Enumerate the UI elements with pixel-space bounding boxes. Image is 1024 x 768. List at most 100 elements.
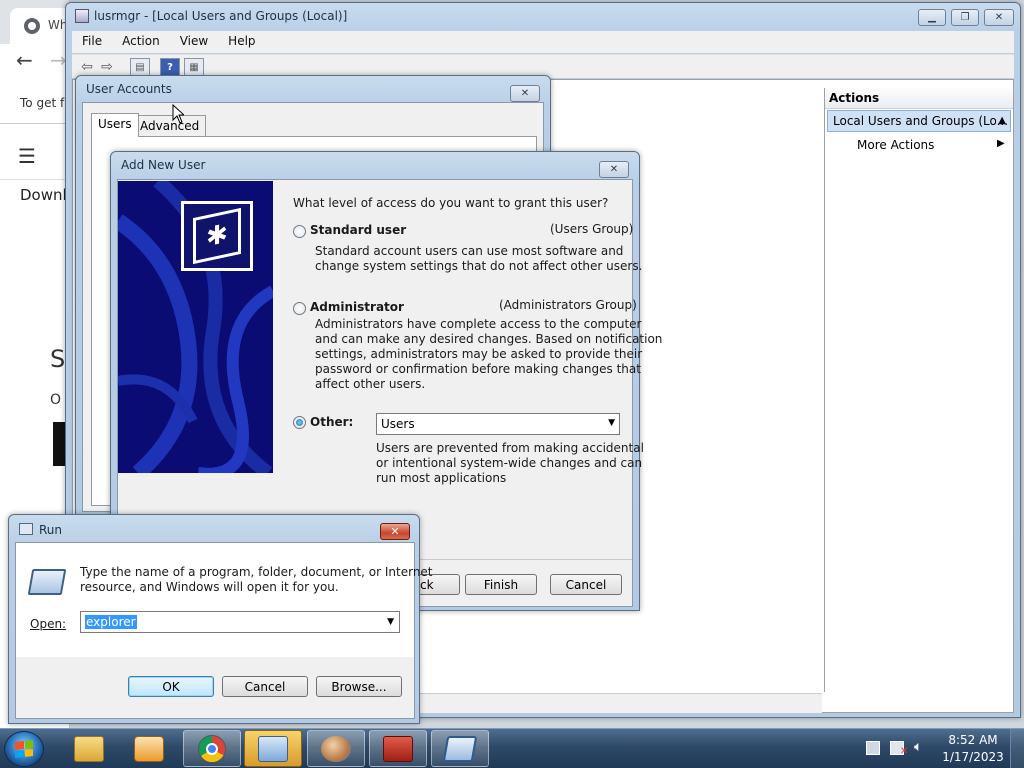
administrator-desc-line: Administrators have complete access to t… bbox=[315, 317, 642, 331]
administrator-desc-line: affect other users. bbox=[315, 377, 426, 391]
actions-header: Actions bbox=[825, 88, 1013, 109]
run-description-area: Type the name of a program, folder, docu… bbox=[16, 543, 433, 657]
taskbar-run[interactable] bbox=[431, 730, 489, 767]
open-label: Open: bbox=[30, 617, 67, 631]
show-desktop-button[interactable] bbox=[1010, 729, 1024, 768]
more-actions-link[interactable]: More Actions bbox=[857, 138, 934, 152]
download-heading: Downl bbox=[20, 186, 67, 204]
taskbar-lusrmgr[interactable] bbox=[307, 730, 365, 767]
open-input[interactable]: explorer ▼ bbox=[80, 611, 400, 633]
actions-pane: Actions Local Users and Groups (Lo... ▲ … bbox=[824, 88, 1013, 692]
network-icon[interactable] bbox=[866, 741, 880, 755]
run-icon bbox=[442, 735, 478, 762]
standard-user-desc-line: Standard account users can use most soft… bbox=[315, 244, 624, 258]
browse-button[interactable]: Browse... bbox=[316, 676, 402, 697]
windows-logo-icon bbox=[15, 740, 33, 758]
divider bbox=[0, 123, 69, 124]
start-button[interactable] bbox=[4, 731, 44, 767]
close-button[interactable]: ✕ bbox=[599, 161, 629, 178]
administrator-desc-line: password or confirmation before making c… bbox=[315, 362, 641, 376]
alert-x-icon: ✕ bbox=[900, 746, 909, 757]
wizard-side-image: ✱ bbox=[118, 181, 273, 473]
dialog-title: Run bbox=[39, 523, 63, 537]
menu-view[interactable]: View bbox=[170, 31, 218, 53]
clock-date[interactable]: 1/17/2023 bbox=[940, 750, 1006, 764]
other-radio[interactable] bbox=[293, 416, 306, 429]
menu-file[interactable]: File bbox=[72, 31, 112, 53]
dropdown-arrow-icon[interactable]: ▼ bbox=[608, 418, 615, 428]
forward-icon[interactable]: ⇨ bbox=[98, 58, 116, 76]
group-select[interactable]: Users ▼ bbox=[376, 413, 620, 435]
tab-users[interactable]: Users bbox=[91, 113, 139, 137]
run-desc-line: resource, and Windows will open it for y… bbox=[80, 580, 339, 594]
tab-advanced[interactable]: Advanced bbox=[133, 115, 207, 137]
menu-help[interactable]: Help bbox=[218, 31, 265, 53]
run-app-icon bbox=[19, 523, 33, 535]
standard-user-group: (Users Group) bbox=[550, 222, 634, 236]
page-heading: S bbox=[50, 345, 66, 373]
standard-user-radio[interactable] bbox=[293, 225, 306, 238]
close-button[interactable]: ✕ bbox=[984, 9, 1014, 26]
other-desc-line: Users are prevented from making accident… bbox=[376, 441, 644, 455]
clock-time[interactable]: 8:52 AM bbox=[948, 733, 998, 747]
run-dialog: Run ✕ Type the name of a program, folder… bbox=[8, 514, 433, 724]
show-tree-icon[interactable]: ▤ bbox=[130, 58, 150, 76]
chrome-icon bbox=[24, 18, 40, 34]
folder-icon bbox=[74, 735, 104, 762]
administrator-radio[interactable] bbox=[293, 302, 306, 315]
other-desc-line: run most applications bbox=[376, 471, 507, 485]
chrome-icon bbox=[198, 734, 226, 763]
hamburger-menu-icon[interactable]: ☰ bbox=[18, 144, 36, 168]
actions-item-label: Local Users and Groups (Lo... bbox=[833, 114, 1009, 128]
dialog-title: User Accounts bbox=[86, 82, 172, 96]
cancel-button[interactable]: Cancel bbox=[550, 574, 622, 595]
volume-icon[interactable]: 🔈︎ bbox=[914, 739, 922, 755]
finish-button[interactable]: Finish bbox=[465, 574, 537, 595]
mouse-cursor-icon bbox=[172, 104, 184, 124]
page-text: O bbox=[50, 392, 62, 408]
minimize-button[interactable]: ▁ bbox=[918, 9, 946, 26]
taskbar-media-player[interactable] bbox=[120, 730, 178, 767]
run-program-icon bbox=[27, 569, 67, 595]
toolbox-icon bbox=[383, 735, 413, 762]
open-input-value: explorer bbox=[85, 615, 137, 629]
collapse-arrow-icon[interactable]: ▲ bbox=[998, 115, 1006, 126]
taskbar-chrome[interactable] bbox=[183, 730, 241, 767]
other-label[interactable]: Other: bbox=[310, 415, 353, 429]
dialog-body: Type the name of a program, folder, docu… bbox=[15, 542, 433, 719]
menu-bar: File Action View Help bbox=[72, 31, 1014, 53]
group-select-value: Users bbox=[381, 417, 415, 431]
back-icon[interactable]: ⇦ bbox=[78, 58, 96, 76]
administrator-desc-line: settings, administrators may be asked to… bbox=[315, 347, 643, 361]
action-pane-icon[interactable]: ▦ bbox=[184, 58, 204, 76]
taskbar-toolbox[interactable] bbox=[369, 730, 427, 767]
window-title: lusrmgr - [Local Users and Groups (Local… bbox=[94, 9, 348, 23]
chrome-hint-text: To get f bbox=[20, 96, 65, 110]
help-icon[interactable]: ? bbox=[160, 58, 180, 76]
media-player-icon bbox=[134, 735, 164, 762]
taskbar-explorer[interactable] bbox=[60, 730, 118, 767]
maximize-button[interactable]: ❐ bbox=[951, 9, 979, 26]
standard-user-desc-line: change system settings that do not affec… bbox=[315, 259, 643, 273]
run-desc-line: Type the name of a program, folder, docu… bbox=[80, 565, 433, 579]
access-question: What level of access do you want to gran… bbox=[293, 196, 609, 210]
standard-user-label[interactable]: Standard user bbox=[310, 223, 406, 237]
other-desc-line: or intentional system-wide changes and c… bbox=[376, 456, 643, 470]
users-icon bbox=[321, 735, 351, 762]
administrator-group: (Administrators Group) bbox=[499, 298, 637, 312]
ok-button[interactable]: OK bbox=[128, 676, 214, 697]
back-arrow-icon[interactable]: ← bbox=[16, 48, 33, 72]
administrator-label[interactable]: Administrator bbox=[310, 300, 404, 314]
user-account-icon: ✱ bbox=[181, 201, 253, 271]
actions-item-local-users-groups[interactable]: Local Users and Groups (Lo... ▲ bbox=[827, 110, 1011, 132]
cancel-button[interactable]: Cancel bbox=[222, 676, 308, 697]
administrator-desc-line: and can make any desired changes. Based … bbox=[315, 332, 663, 346]
submenu-arrow-icon: ▶ bbox=[997, 138, 1005, 149]
dropdown-arrow-icon[interactable]: ▼ bbox=[387, 617, 394, 627]
close-button[interactable]: ✕ bbox=[510, 85, 540, 102]
dialog-title: Add New User bbox=[121, 158, 206, 172]
close-button[interactable]: ✕ bbox=[380, 523, 410, 540]
control-panel-icon bbox=[258, 735, 288, 762]
taskbar-control-panel[interactable] bbox=[244, 730, 302, 767]
menu-action[interactable]: Action bbox=[112, 31, 170, 53]
